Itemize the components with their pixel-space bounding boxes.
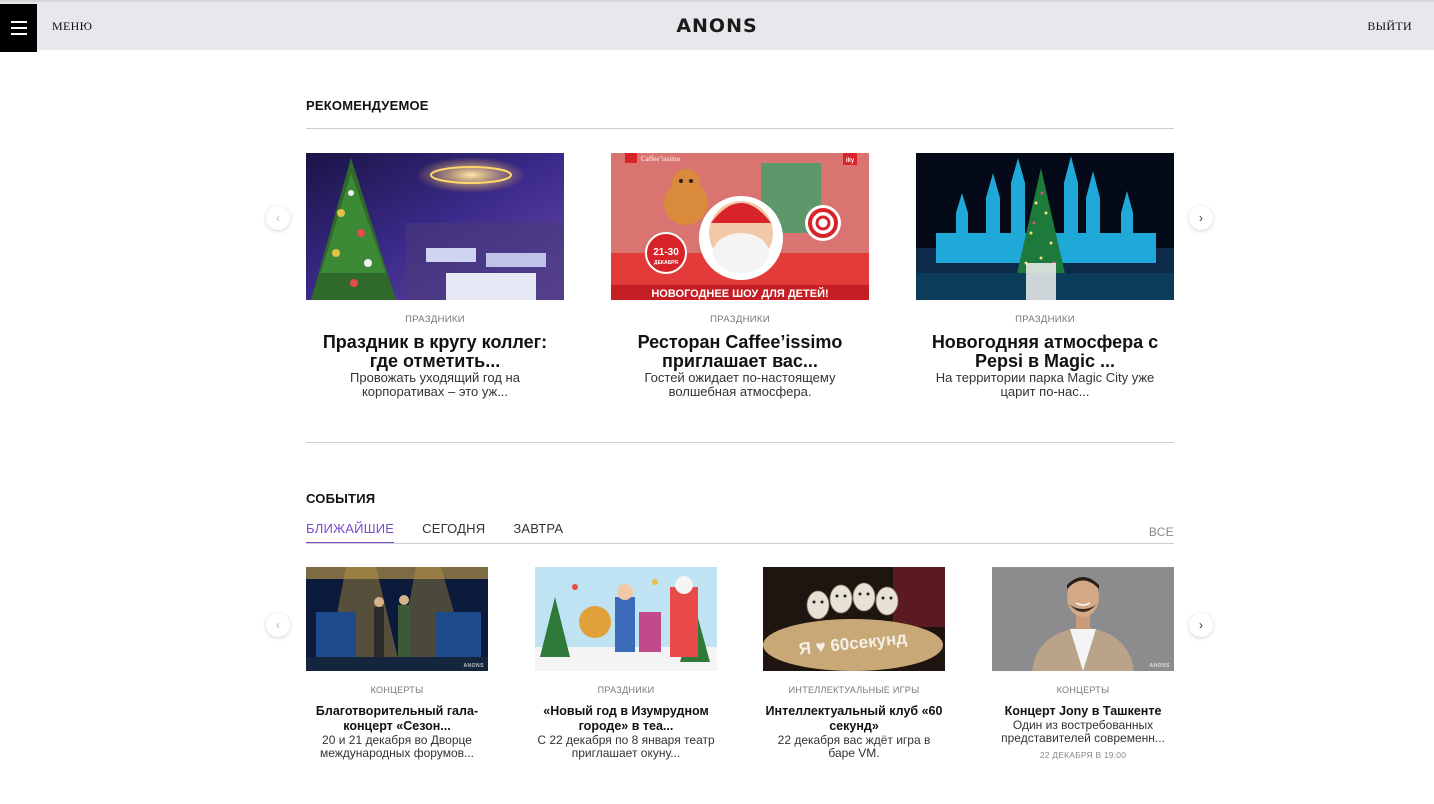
promo-brand-text: Caffee’issimo [641,155,681,163]
logout-link[interactable]: ВЫЙТИ [1367,19,1412,34]
event-description: 22 декабря вас ждёт игра в баре VM. [777,733,931,760]
card-category: ПРАЗДНИКИ [405,314,465,325]
image-watermark: ANONS [1149,663,1170,669]
featured-card[interactable]: ПРАЗДНИКИ Новогодняя атмосфера с Pepsi в… [916,153,1174,399]
tab-upcoming[interactable]: БЛИЖАЙШИЕ [306,521,395,544]
event-title[interactable]: Концерт Jony в Ташкенте [992,704,1174,719]
event-description: 20 и 21 декабря во Дворце международных … [319,733,475,760]
section-divider [306,442,1174,443]
event-category: КОНЦЕРТЫ [1056,685,1110,695]
all-events-link[interactable]: ВСЕ [1149,525,1174,539]
events-prev-arrow-icon[interactable]: ‹ [266,613,290,637]
card-description: Провожать уходящий год на корпоративах –… [350,370,520,399]
promo-month-text: ДЕКАБРЯ [654,260,678,266]
featured-prev-arrow-icon[interactable]: ‹ [266,206,290,230]
promo-banner-text: НОВОГОДНЕЕ ШОУ ДЛЯ ДЕТЕЙ! [651,287,828,300]
card-title[interactable]: Праздник в кругу коллег: где отметить... [306,333,564,371]
event-card[interactable]: Я ♥ 60секунд ИНТЕЛЛЕКТУАЛЬНЫЕ ИГРЫ Интел… [763,567,945,760]
card-category: ПРАЗДНИКИ [1015,314,1075,325]
event-date: 22 ДЕКАБРЯ В 19:00 [1039,750,1127,760]
events-section-title: СОБЫТИЯ [306,491,376,506]
event-category: КОНЦЕРТЫ [370,685,424,695]
event-category: ИНТЕЛЛЕКТУАЛЬНЫЕ ИГРЫ [788,685,920,695]
featured-divider [306,128,1174,129]
event-description: С 22 декабря по 8 января театр приглашае… [537,733,715,760]
event-card[interactable]: ПРАЗДНИКИ «Новый год в Изумрудном городе… [535,567,717,760]
events-tabs: БЛИЖАЙШИЕ СЕГОДНЯ ЗАВТРА [306,521,563,544]
tab-today[interactable]: СЕГОДНЯ [422,521,485,544]
promo-dates-text: 21-30 [653,247,679,258]
image-watermark: ANONS [463,663,484,669]
event-card[interactable]: ANONS КОНЦЕРТЫ Благотворительный гала-ко… [306,567,488,760]
event-title[interactable]: «Новый год в Изумрудном городе» в теа... [535,704,717,734]
featured-next-arrow-icon[interactable]: › [1189,206,1213,230]
event-image-60-seconds[interactable]: Я ♥ 60секунд [763,567,945,671]
tabs-divider [306,543,1174,544]
top-bar: МЕНЮ ANONS ВЫЙТИ [0,0,1434,52]
site-logo[interactable]: ANONS [0,15,1434,37]
event-image-jony-portrait[interactable]: ANONS [992,567,1174,671]
events-next-arrow-icon[interactable]: › [1189,613,1213,637]
event-title[interactable]: Благотворительный гала-концерт «Сезон... [306,704,488,734]
event-image-concert-stage[interactable]: ANONS [306,567,488,671]
card-category: ПРАЗДНИКИ [710,314,770,325]
event-image-emerald-city[interactable] [535,567,717,671]
promo-corner-logo-text: illy [846,158,855,164]
event-title[interactable]: Интеллектуальный клуб «60 секунд» [763,704,945,734]
featured-card[interactable]: 21-30 ДЕКАБРЯ НОВОГОДНЕЕ ШОУ ДЛЯ ДЕТЕЙ! … [611,153,869,399]
card-description: Гостей ожидает по-настоящему волшебная а… [644,370,836,399]
event-description: Один из востребованных представителей со… [1001,718,1165,745]
featured-image-caffeissimo[interactable]: 21-30 ДЕКАБРЯ НОВОГОДНЕЕ ШОУ ДЛЯ ДЕТЕЙ! … [611,153,869,300]
tab-tomorrow[interactable]: ЗАВТРА [513,521,563,544]
featured-card[interactable]: ПРАЗДНИКИ Праздник в кругу коллег: где о… [306,153,564,399]
featured-image-magic-city[interactable] [916,153,1174,300]
card-title[interactable]: Ресторан Caffee’issimo приглашает вас... [611,333,869,371]
event-card[interactable]: ANONS КОНЦЕРТЫ Концерт Jony в Ташкенте О… [992,567,1174,760]
event-category: ПРАЗДНИКИ [597,685,655,695]
featured-section-title: РЕКОМЕНДУЕМОЕ [306,98,429,113]
featured-image-restaurant[interactable] [306,153,564,300]
card-title[interactable]: Новогодняя атмосфера с Pepsi в Magic ... [916,333,1174,371]
card-description: На территории парка Magic City уже царит… [935,370,1155,399]
